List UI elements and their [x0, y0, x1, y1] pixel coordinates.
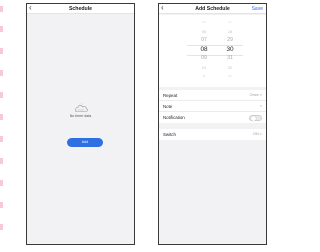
empty-state: No timer data [27, 102, 134, 119]
add-schedule-navbar: ‹ Add Schedule Save [159, 4, 266, 14]
minute-wheel[interactable]: 27 28 29 30 31 32 33 [218, 18, 242, 81]
notification-label: Notification [163, 115, 185, 120]
selected-minute[interactable]: 30 [218, 45, 242, 54]
note-label: Note [163, 104, 173, 109]
hour-option[interactable]: 07 [192, 36, 216, 45]
selected-hour[interactable]: 08 [192, 45, 216, 54]
page-title: Schedule [68, 6, 93, 12]
note-row[interactable]: Note > [159, 101, 266, 112]
minute-option[interactable]: 27 [218, 18, 242, 27]
add-schedule-screen: ‹ Add Schedule Save 05 06 07 08 09 10 11… [158, 3, 267, 245]
switch-value: ON > [253, 132, 262, 136]
time-picker[interactable]: 05 06 07 08 09 10 11 27 28 29 30 31 32 3… [159, 15, 266, 87]
repeat-label: Repeat [163, 93, 178, 98]
hour-option[interactable]: 06 [192, 27, 216, 36]
toggle-knob [250, 115, 256, 121]
switch-label: Switch [163, 132, 176, 137]
settings-group: Repeat Once > Note > Notification [159, 90, 266, 123]
hour-option[interactable]: 10 [192, 63, 216, 72]
save-button[interactable]: Save [252, 5, 263, 13]
switch-group: Switch ON > [159, 129, 266, 140]
add-button[interactable]: Add [67, 138, 103, 147]
notification-toggle[interactable] [249, 114, 262, 121]
notification-row: Notification [159, 112, 266, 123]
empty-state-text: No timer data [69, 114, 92, 118]
minute-option[interactable]: 31 [218, 54, 242, 63]
page-margin-marks [0, 0, 3, 252]
schedule-navbar: ‹ Schedule [27, 4, 134, 14]
schedule-screen: ‹ Schedule No timer data Add [26, 3, 135, 245]
repeat-value: Once > [249, 93, 262, 97]
switch-row[interactable]: Switch ON > [159, 129, 266, 140]
minute-option[interactable]: 28 [218, 27, 242, 36]
hour-option[interactable]: 11 [192, 72, 216, 81]
hour-wheel[interactable]: 05 06 07 08 09 10 11 [192, 18, 216, 81]
hour-option[interactable]: 05 [192, 18, 216, 27]
minute-option[interactable]: 33 [218, 72, 242, 81]
minute-option[interactable]: 29 [218, 36, 242, 45]
minute-option[interactable]: 32 [218, 63, 242, 72]
hour-option[interactable]: 09 [192, 54, 216, 63]
page-title: Add Schedule [195, 6, 230, 12]
cloud-icon [74, 103, 88, 112]
repeat-row[interactable]: Repeat Once > [159, 90, 266, 101]
note-chevron: > [259, 104, 262, 108]
